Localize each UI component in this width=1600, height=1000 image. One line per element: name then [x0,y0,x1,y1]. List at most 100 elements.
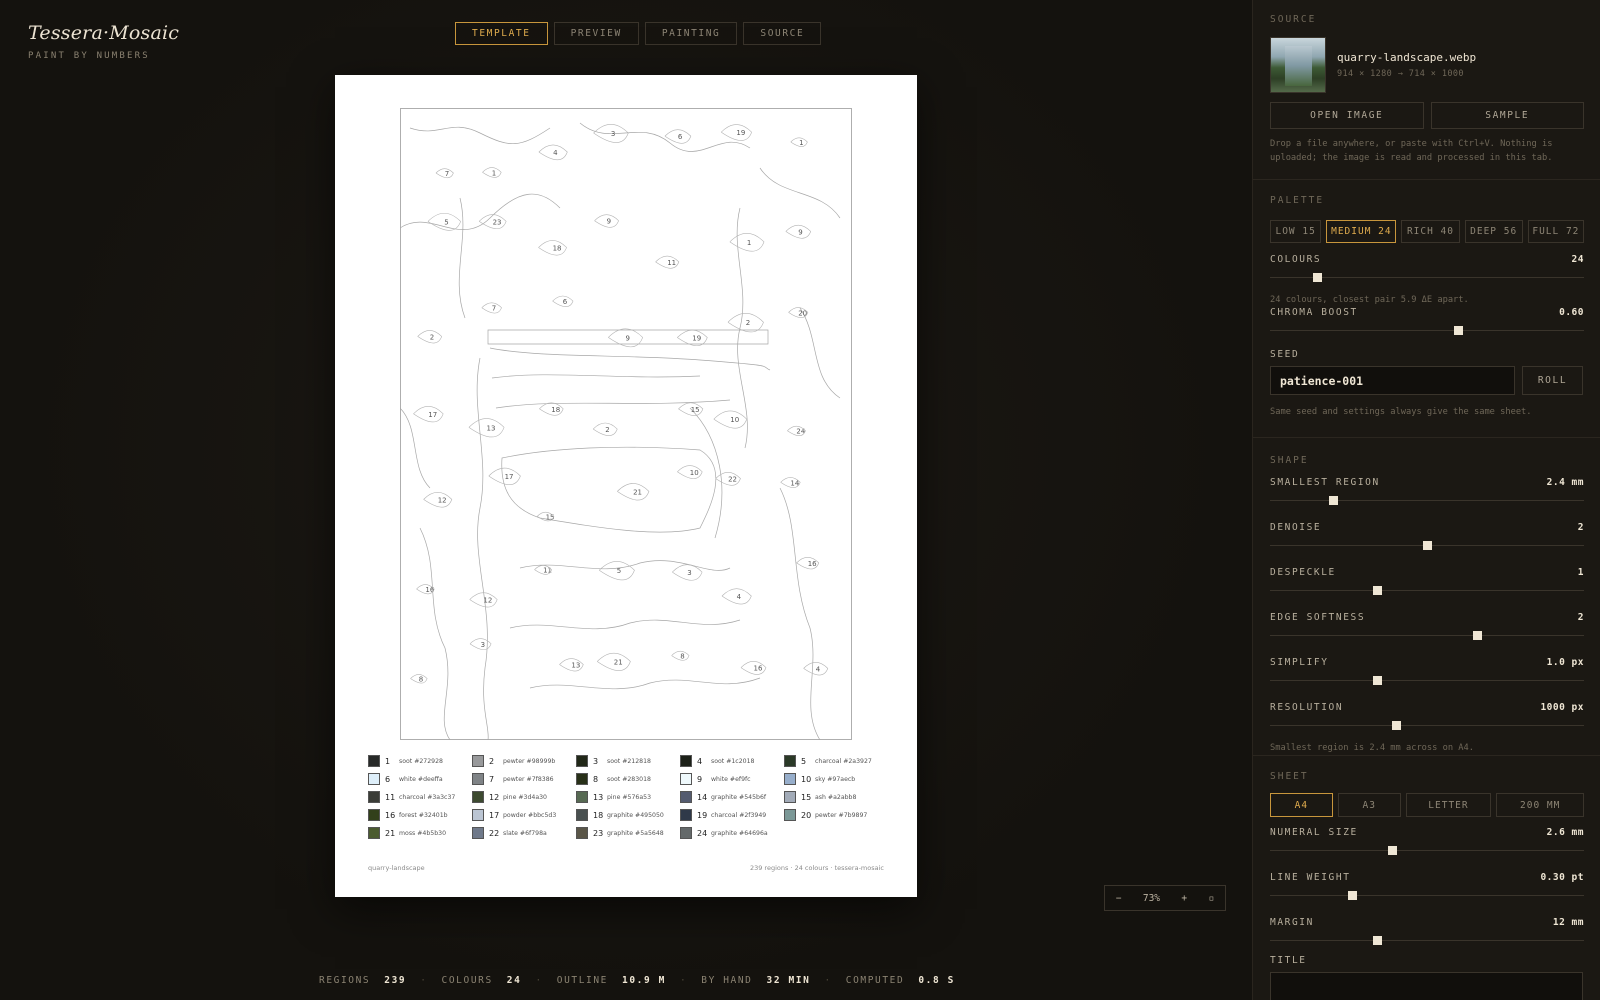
region-number: 4 [816,665,821,673]
legend-colour-name: pewter #7f8386 [503,775,554,783]
legend-item: 12 pine #3d4a30 [472,791,576,803]
legend-swatch [472,773,484,785]
legend-number: 4 [697,756,703,766]
region-number: 1 [747,239,751,247]
zoom-in-button[interactable]: + [1181,893,1187,904]
source-section: SOURCE quarry-landscape.webp 914 × 1280 … [1253,0,1600,180]
tab-painting[interactable]: PAINTING [644,22,738,45]
region-number: 2 [746,319,750,327]
denoise-value: 2 [1577,522,1584,533]
source-dimensions: 914 × 1280 → 714 × 1000 [1337,69,1464,79]
tab-template[interactable]: TEMPLATE [455,22,548,45]
region-number: 2 [605,426,609,434]
legend-colour-name: soot #1c2018 [711,757,755,765]
region-number: 15 [691,406,700,414]
denoise-slider[interactable] [1270,538,1584,552]
region-number: 18 [553,244,562,252]
colours-slider-handle[interactable] [1313,273,1323,282]
line-weight-slider-handle[interactable] [1347,891,1357,900]
chroma-slider[interactable] [1270,323,1584,337]
legend-item: 21 moss #4b5b30 [368,827,472,839]
legend-number: 21 [385,828,396,838]
legend-colour-name: pine #576a53 [607,793,652,801]
open-image-button[interactable]: OPEN IMAGE [1270,102,1424,129]
outline-drawing[interactable]: 7 143 6 1915 2318911192769 192201713182151024… [400,108,852,740]
edge-softness-slider-handle[interactable] [1473,631,1483,640]
region-number: 13 [487,424,496,432]
resolution-slider[interactable] [1270,718,1584,732]
size-a4[interactable]: A4 [1270,793,1333,817]
simplify-slider[interactable] [1270,673,1584,687]
stat-separator: · [420,975,428,986]
roll-button[interactable]: ROLL [1522,366,1583,395]
size-letter[interactable]: LETTER [1405,793,1492,817]
region-number: 10 [690,469,699,477]
view-tabs: TEMPLATE PREVIEW PAINTING SOURCE [455,22,822,45]
legend-swatch [472,755,484,767]
legend-colour-name: soot #272928 [399,757,443,765]
resolution-label: RESOLUTION [1270,702,1344,713]
app-subtitle: PAINT BY NUMBERS [28,51,150,61]
region-number: 4 [737,593,742,601]
despeckle-slider[interactable] [1270,583,1584,597]
region-number: 16 [808,560,817,568]
preset-rich[interactable]: RICH 40 [1401,220,1460,243]
numeral-size-slider[interactable] [1270,843,1584,857]
stats-bar: REGIONS 239 · COLOURS 24 · OUTLINE 10.9 … [319,975,955,986]
preset-deep[interactable]: DEEP 56 [1464,220,1523,243]
stat-computed-value: 0.8 S [918,975,955,986]
margin-slider[interactable] [1270,933,1584,947]
size-a3[interactable]: A3 [1337,793,1401,817]
tab-source[interactable]: SOURCE [743,22,822,45]
smallest-region-slider[interactable] [1270,493,1584,507]
legend-number: 3 [593,756,599,766]
legend-number: 15 [801,792,812,802]
region-number: 1 [492,169,496,177]
source-thumbnail [1270,37,1326,93]
title-input[interactable] [1270,972,1583,1000]
legend-swatch [368,791,380,803]
preset-full[interactable]: FULL 72 [1527,220,1584,243]
region-number: 1 [799,139,803,147]
legend-number: 8 [593,774,599,784]
region-number: 21 [633,488,642,496]
legend-item: 7 pewter #7f8386 [472,773,576,785]
despeckle-value: 1 [1577,567,1584,578]
denoise-slider-handle[interactable] [1423,541,1432,550]
legend-colour-name: charcoal #2f3949 [711,811,767,819]
simplify-slider-handle[interactable] [1372,676,1382,685]
legend-colour-name: powder #bbc5d3 [503,811,557,819]
line-weight-slider[interactable] [1270,888,1584,902]
stat-regions-label: REGIONS [319,975,371,986]
despeckle-slider-handle[interactable] [1372,586,1382,595]
legend-item: 23 graphite #5a5648 [576,827,680,839]
smallest-region-slider-handle[interactable] [1328,496,1338,505]
legend-item: 11 charcoal #3a3c37 [368,791,472,803]
chroma-slider-handle[interactable] [1454,326,1464,335]
preset-low[interactable]: LOW 15 [1270,220,1322,243]
resolution-slider-handle[interactable] [1391,721,1401,730]
legend-item: 8 soot #283018 [576,773,680,785]
seed-input[interactable] [1270,366,1515,395]
margin-slider-handle[interactable] [1372,936,1382,945]
colours-label: COLOURS [1270,254,1322,265]
sample-button[interactable]: SAMPLE [1430,102,1584,129]
legend-swatch [368,827,380,839]
legend-swatch [680,791,692,803]
palette-section: PALETTE LOW 15 MEDIUM 24 RICH 40 DEEP 56… [1253,181,1600,438]
preset-medium[interactable]: MEDIUM 24 [1326,220,1397,243]
simplify-label: SIMPLIFY [1270,657,1329,668]
size-200mm[interactable]: 200 MM [1496,793,1585,817]
numeral-size-slider-handle[interactable] [1388,846,1398,855]
region-number: 16 [425,586,434,594]
edge-softness-slider[interactable] [1270,628,1584,642]
stat-separator: · [535,975,543,986]
zoom-out-button[interactable]: − [1116,893,1122,904]
tab-preview[interactable]: PREVIEW [553,22,639,45]
sheet-footer-stats: 239 regions · 24 colours · tessera-mosai… [749,864,884,872]
shape-section: SHAPE SMALLEST REGION 2.4 mm DENOISE 2 DESPE… [1253,439,1600,756]
stat-separator: · [679,975,688,986]
colours-hint: 24 colours, closest pair 5.9 ΔE apart. [1270,295,1469,305]
colours-slider[interactable] [1270,270,1584,284]
fit-icon[interactable]: ▫ [1209,893,1215,904]
